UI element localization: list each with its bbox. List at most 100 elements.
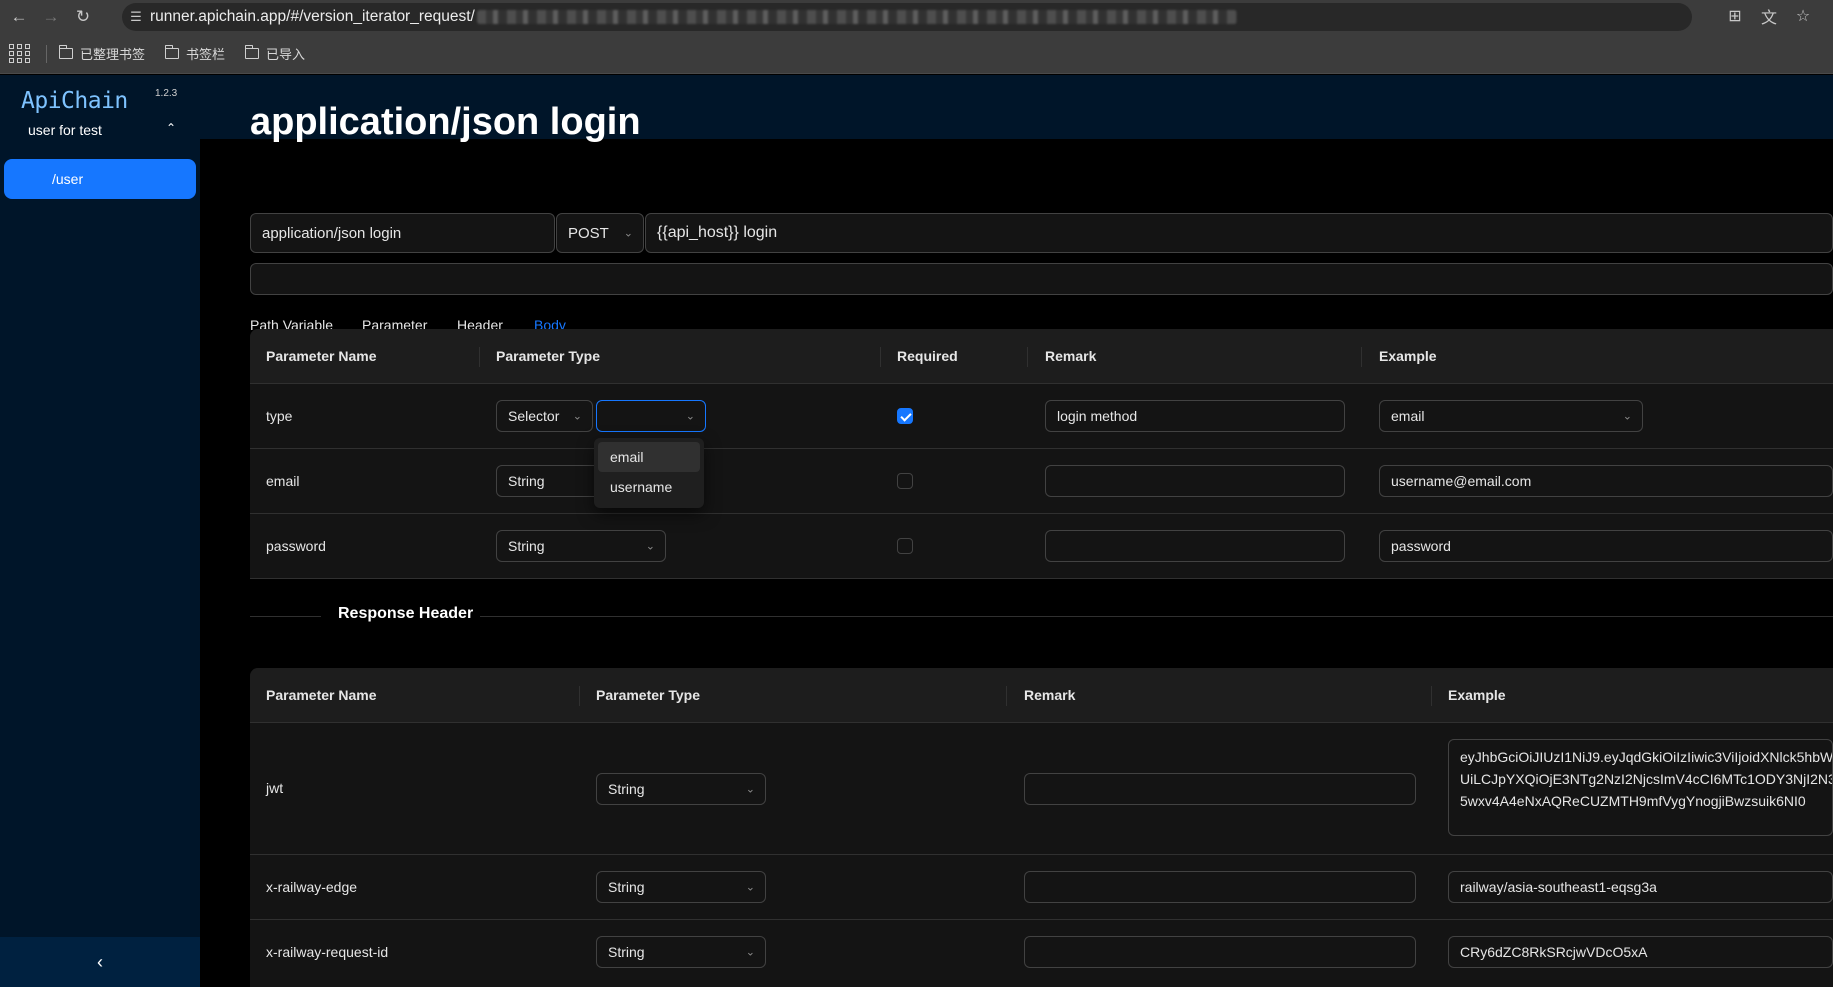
column-separator (579, 686, 580, 706)
address-bar[interactable]: ☰ runner.apichain.app/#/version_iterator… (122, 3, 1692, 31)
param-type-select[interactable]: String ⌄ (496, 530, 666, 562)
reload-icon[interactable]: ↻ (70, 4, 96, 30)
column-header: Parameter Name (266, 348, 377, 364)
bookmark-label: 已整理书签 (80, 47, 146, 62)
folder-icon (164, 45, 180, 59)
forward-icon[interactable]: → (38, 4, 64, 30)
remark-input[interactable] (1045, 530, 1345, 562)
example-input[interactable]: password (1379, 530, 1833, 562)
example-input[interactable]: CRy6dZC8RkSRcjwVDcO5xA (1448, 936, 1833, 968)
remark-input[interactable] (1024, 773, 1416, 805)
column-header: Example (1379, 348, 1437, 364)
example-input[interactable]: username@email.com (1379, 465, 1833, 497)
column-header: Parameter Type (596, 687, 701, 703)
param-type-select[interactable]: String ⌄ (596, 936, 766, 968)
url-redacted (476, 10, 1237, 24)
bookmark-folder[interactable]: 已整理书签 (58, 44, 146, 63)
example-input[interactable]: railway/asia-southeast1-eqsg3a (1448, 871, 1833, 903)
translate-icon[interactable]: 文 (1759, 6, 1779, 27)
example-value: railway/asia-southeast1-eqsg3a (1460, 879, 1657, 895)
column-separator (1027, 347, 1028, 367)
chevron-up-icon[interactable]: ⌃ (166, 121, 176, 135)
param-type-value: String (608, 879, 645, 895)
param-name: jwt (266, 780, 284, 796)
param-name: type (266, 408, 293, 424)
chevron-down-icon: ⌄ (745, 783, 755, 796)
bookmark-folder[interactable]: 书签栏 (164, 44, 226, 63)
table-row: x-railway-request-id String ⌄ CRy6dZC8Rk… (250, 920, 1833, 987)
install-app-icon[interactable]: ⊞ (1725, 6, 1745, 26)
bookmarks-bar: 已整理书签 书签栏 已导入 (0, 34, 1833, 74)
column-separator (1361, 347, 1362, 367)
param-type-value: String (508, 538, 545, 554)
url-value: {{api_host}} login (657, 224, 778, 241)
bookmark-star-icon[interactable]: ☆ (1793, 6, 1813, 26)
remark-input[interactable]: login method (1045, 400, 1345, 432)
param-name: x-railway-edge (266, 879, 358, 895)
column-header: Parameter Type (496, 348, 601, 364)
param-name: x-railway-request-id (266, 944, 389, 960)
remark-input[interactable] (1024, 936, 1416, 968)
param-type-value: String (608, 944, 645, 960)
folder-icon (244, 45, 260, 59)
table-header: Parameter Name Parameter Type Remark Exa… (250, 668, 1833, 723)
chevron-down-icon: ⌄ (1622, 410, 1632, 423)
sidebar: ApiChain 1.2.3 user for test ⌃ /user ‹ (0, 75, 200, 987)
request-name-input[interactable]: application/json login (250, 213, 555, 253)
remark-input[interactable] (1045, 465, 1345, 497)
remark-value: login method (1057, 408, 1138, 424)
column-header: Required (897, 348, 958, 364)
site-info-icon[interactable]: ☰ (122, 3, 150, 31)
param-type-value: Selector (508, 408, 560, 424)
param-type-select[interactable]: String ⌄ (596, 871, 766, 903)
param-type-select[interactable]: String ⌄ (596, 773, 766, 805)
dropdown-option-email[interactable]: email (598, 442, 700, 472)
column-separator (880, 347, 881, 367)
brand-logo: ApiChain (21, 88, 128, 114)
response-header-divider (250, 616, 1833, 617)
back-icon[interactable]: ← (6, 4, 32, 30)
column-header: Parameter Name (266, 687, 377, 703)
chevron-left-icon: ‹ (97, 951, 103, 972)
bookmark-folder[interactable]: 已导入 (244, 44, 305, 63)
example-value: CRy6dZC8RkSRcjwVDcO5xA (1460, 944, 1648, 960)
selector-options-select[interactable]: ⌄ (596, 400, 706, 432)
url-input[interactable]: {{api_host}} login (645, 213, 1833, 253)
sidebar-item-user[interactable]: /user (4, 159, 196, 199)
response-header-title: Response Header (338, 605, 474, 622)
column-header: Remark (1024, 687, 1076, 703)
dropdown-option-username[interactable]: username (598, 472, 700, 502)
column-header: Remark (1045, 348, 1097, 364)
example-value: username@email.com (1391, 473, 1532, 489)
table-row: password String ⌄ password (250, 514, 1833, 579)
param-type-select[interactable]: Selector ⌄ (496, 400, 593, 432)
chevron-down-icon: ⌄ (623, 227, 633, 240)
column-header: Example (1448, 687, 1506, 703)
table-row: email String ⌄ username@email.com (250, 449, 1833, 514)
collapse-sidebar-button[interactable]: ‹ (0, 937, 200, 987)
required-checkbox[interactable] (897, 408, 913, 424)
chevron-down-icon: ⌄ (745, 881, 755, 894)
method-select[interactable]: POST ⌄ (556, 213, 644, 253)
example-select[interactable]: email ⌄ (1379, 400, 1643, 432)
table-row: jwt String ⌄ eyJhbGciOiJIUzI1NiJ9.eyJqdG… (250, 723, 1833, 855)
selector-options-dropdown: email username (594, 438, 704, 508)
project-selector[interactable]: user for test (28, 122, 102, 138)
description-input[interactable] (250, 263, 1833, 295)
method-value: POST (568, 224, 609, 242)
apps-grid-icon[interactable] (9, 44, 30, 64)
example-textarea[interactable]: eyJhbGciOiJIUzI1NiJ9.eyJqdGkiOiIzIiwic3V… (1448, 739, 1833, 836)
version-label: 1.2.3 (155, 88, 178, 99)
required-checkbox[interactable] (897, 473, 913, 489)
chevron-down-icon: ⌄ (685, 410, 695, 423)
chevron-down-icon: ⌄ (645, 540, 655, 553)
table-row: x-railway-edge String ⌄ railway/asia-sou… (250, 855, 1833, 920)
table-row: type Selector ⌄ ⌄ login method email ⌄ (250, 384, 1833, 449)
column-separator (1431, 686, 1432, 706)
response-header-table: Parameter Name Parameter Type Remark Exa… (250, 668, 1833, 987)
remark-input[interactable] (1024, 871, 1416, 903)
column-separator (1006, 686, 1007, 706)
app: ApiChain 1.2.3 user for test ⌃ /user ‹ a… (0, 75, 1833, 987)
required-checkbox[interactable] (897, 538, 913, 554)
bookmark-label: 书签栏 (186, 47, 226, 62)
